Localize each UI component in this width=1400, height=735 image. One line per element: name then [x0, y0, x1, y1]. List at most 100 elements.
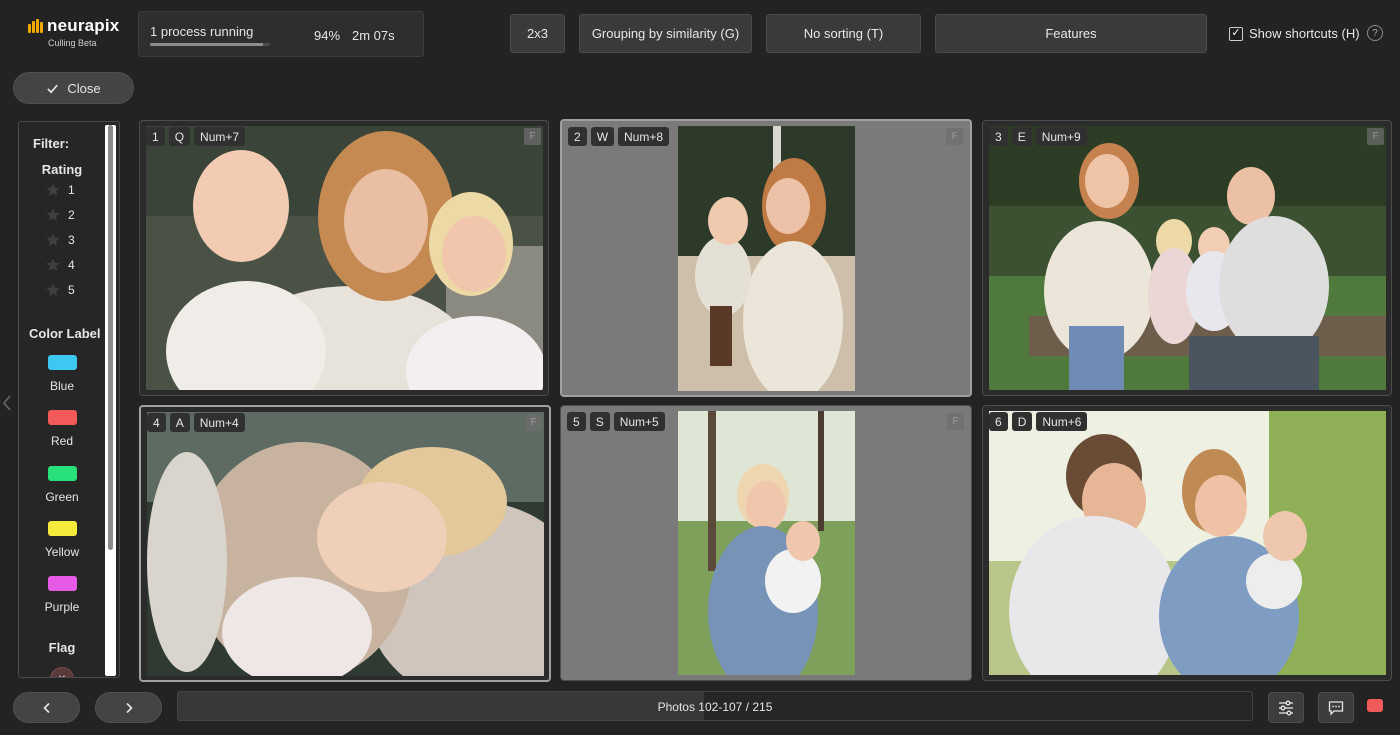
logo-bars-icon: [28, 19, 45, 33]
process-percent: 94%: [314, 28, 341, 43]
photo-image: [146, 126, 543, 390]
photo-range-label: Photos 102-107 / 215: [657, 700, 773, 714]
photo-image: [678, 126, 855, 391]
sliders-icon: [1279, 700, 1293, 715]
photo-badges: 2 W Num+8: [568, 127, 670, 146]
rating-filter-1[interactable]: 1: [45, 182, 75, 198]
rating-filter-4[interactable]: 4: [45, 257, 75, 273]
close-button[interactable]: Close: [13, 72, 134, 104]
photo-number-badge: 6: [989, 412, 1008, 431]
photo-key-badge: D: [1011, 412, 1033, 431]
photo-key-badge: A: [169, 413, 190, 432]
previous-page-button[interactable]: [13, 692, 80, 723]
chevron-right-icon: [125, 702, 133, 713]
photo-number-badge: 5: [567, 412, 586, 431]
app-logo: neurapix Culling Beta: [28, 16, 124, 49]
photo-cell-4[interactable]: 4 A Num+4 F: [139, 405, 551, 682]
color-label: Red: [50, 434, 73, 448]
rating-filter-2[interactable]: 2: [45, 207, 75, 223]
rating-filter-5[interactable]: 5: [45, 282, 75, 298]
color-label-title: Color Label: [29, 326, 101, 341]
feedback-button[interactable]: [1318, 692, 1354, 723]
color-label: Blue: [49, 379, 75, 393]
rating-title: Rating: [41, 162, 83, 177]
star-icon: [46, 208, 60, 221]
photo-badges: 4 A Num+4: [147, 413, 245, 432]
rating-label: 1: [68, 183, 75, 197]
next-page-button[interactable]: [95, 692, 162, 723]
photo-thumbnail[interactable]: [678, 126, 855, 391]
rating-label: 2: [68, 208, 75, 222]
color-label: Green: [45, 490, 79, 504]
layout-button[interactable]: 2x3: [510, 14, 565, 53]
rating-filter-3[interactable]: 3: [45, 232, 75, 248]
photo-badges: 1 Q Num+7: [146, 127, 246, 146]
photo-badges: 3 E Num+9: [989, 127, 1087, 146]
photo-image: [989, 411, 1386, 675]
color-filter-green[interactable]: Green: [19, 466, 105, 504]
chevron-left-icon: [42, 702, 50, 713]
photo-number-badge: 2: [568, 127, 587, 146]
color-filter-red[interactable]: Red: [19, 410, 105, 448]
rating-label: 4: [68, 258, 75, 272]
photo-numpad-badge: Num+8: [618, 127, 670, 146]
collapse-panel-chevron-icon[interactable]: [2, 394, 12, 412]
photo-cell-6[interactable]: 6 D Num+6: [982, 405, 1392, 681]
help-icon[interactable]: ?: [1367, 25, 1383, 41]
rating-label: 3: [68, 233, 75, 247]
flag-badge[interactable]: F: [525, 414, 542, 431]
color-swatch: [47, 466, 77, 481]
photo-thumbnail[interactable]: [989, 411, 1386, 675]
filter-scrollbar-thumb[interactable]: [108, 125, 113, 550]
color-filter-purple[interactable]: Purple: [19, 576, 105, 614]
filter-scrollbar[interactable]: [105, 125, 116, 676]
features-button[interactable]: Features: [935, 14, 1207, 53]
flag-reject-icon[interactable]: ✕: [50, 667, 74, 677]
photo-badges: 6 D Num+6: [989, 412, 1088, 431]
color-label: Purple: [44, 600, 80, 614]
flag-badge[interactable]: F: [1367, 128, 1384, 145]
photo-thumbnail[interactable]: [147, 412, 544, 676]
photo-thumbnail[interactable]: [989, 126, 1386, 390]
photo-numpad-badge: Num+4: [193, 413, 245, 432]
color-label: Yellow: [44, 545, 80, 559]
color-swatch: [47, 355, 77, 370]
filter-title: Filter:: [33, 136, 70, 151]
process-progress-bar: [150, 43, 270, 46]
photo-numpad-badge: Num+6: [1036, 412, 1088, 431]
status-indicator: [1367, 699, 1383, 712]
star-icon: [46, 183, 60, 196]
flag-badge[interactable]: F: [947, 413, 964, 430]
color-filter-blue[interactable]: Blue: [19, 355, 105, 393]
flag-badge[interactable]: F: [946, 128, 963, 145]
show-shortcuts-label: Show shortcuts (H): [1249, 26, 1360, 41]
sorting-button[interactable]: No sorting (T): [766, 14, 921, 53]
chat-bubble-icon: [1328, 700, 1344, 716]
photo-cell-2[interactable]: 2 W Num+8 F: [560, 119, 972, 397]
flag-badge[interactable]: F: [524, 128, 541, 145]
photo-scrollbar[interactable]: Photos 102-107 / 215: [177, 691, 1253, 721]
process-status[interactable]: 1 process running 94% 2m 07s: [138, 11, 424, 57]
settings-sliders-button[interactable]: [1268, 692, 1304, 723]
show-shortcuts-toggle[interactable]: ✓ Show shortcuts (H): [1229, 26, 1360, 41]
photo-cell-1[interactable]: 1 Q Num+7 F: [139, 120, 549, 396]
star-icon: [46, 233, 60, 246]
close-label: Close: [67, 80, 101, 96]
photo-key-badge: W: [590, 127, 615, 146]
photo-thumbnail[interactable]: [678, 411, 855, 675]
logo-subtitle: Culling Beta: [48, 38, 97, 48]
photo-cell-3[interactable]: 3 E Num+9 F: [982, 120, 1392, 396]
photo-cell-5[interactable]: 5 S Num+5 F: [560, 405, 972, 681]
color-swatch: [47, 521, 77, 536]
photo-badges: 5 S Num+5: [567, 412, 665, 431]
show-shortcuts-checkbox[interactable]: ✓: [1229, 26, 1243, 41]
photo-thumbnail[interactable]: [146, 126, 543, 390]
filter-panel: Filter: Rating 1 2 3 4 5 Color Label Blu…: [18, 121, 120, 678]
rating-label: 5: [68, 283, 75, 297]
grouping-button[interactable]: Grouping by similarity (G): [579, 14, 752, 53]
color-filter-yellow[interactable]: Yellow: [19, 521, 105, 559]
star-icon: [46, 258, 60, 271]
photo-key-badge: S: [589, 412, 610, 431]
process-label: 1 process running: [150, 24, 254, 39]
photo-image: [989, 126, 1386, 390]
